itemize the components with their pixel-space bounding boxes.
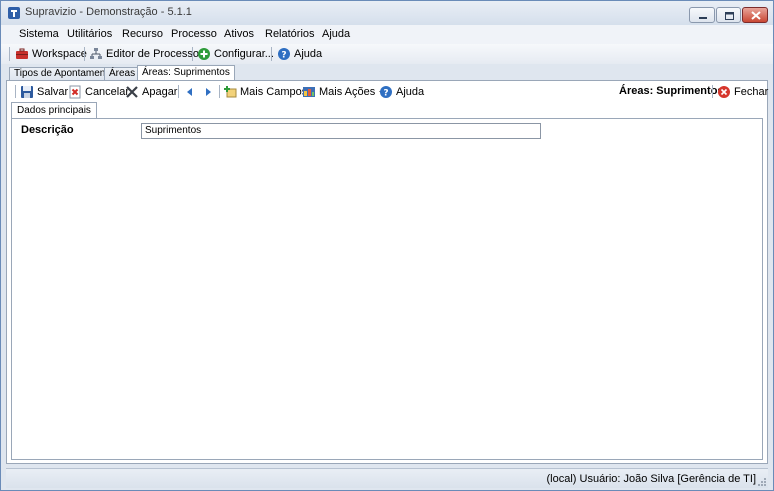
app-logo-icon [8,7,20,19]
cancel-button[interactable]: Cancelar [68,84,129,99]
document-tabs: Tipos de Apontamento Áreas Áreas: Suprim… [1,64,773,81]
tab-tipos-de-apontamento[interactable]: Tipos de Apontamento [9,67,119,81]
workspace-label: Workspace [32,48,87,60]
cancel-label: Cancelar [85,85,130,98]
delete-label: Apagar [142,85,178,98]
close-record-button[interactable]: Fechar [717,84,768,99]
arrow-left-icon [187,87,192,96]
more-fields-label: Mais Campos [240,85,308,98]
toolbar-separator [712,85,713,98]
toolbar-separator [271,47,272,61]
save-label: Salvar [37,85,69,98]
tab-areas-suprimentos[interactable]: Áreas: Suprimentos [137,65,235,81]
cancel-icon [69,85,81,98]
menu-relatorios[interactable]: Relatórios [265,28,315,40]
help-icon: ? [278,48,290,61]
delete-icon [126,85,138,98]
svg-text:?: ? [383,88,388,98]
maximize-button[interactable] [716,7,741,23]
record-title: Áreas: Suprimentos [619,85,724,97]
minimize-button[interactable] [689,7,715,23]
status-bar: (local) Usuário: João Silva [Gerência de… [6,468,768,488]
record-help-button[interactable]: ? Ajuda [379,84,424,99]
workspace-button[interactable]: Workspace [15,46,87,62]
delete-button[interactable]: Apagar [125,84,177,99]
close-circle-icon [718,85,730,98]
menu-recurso[interactable]: Recurso [122,28,163,40]
main-toolbar: Workspace Editor de Processos Configurar… [1,44,773,64]
menu-processo[interactable]: Processo [171,28,217,40]
arrow-right-icon [206,87,211,96]
toolbar-separator [192,47,193,61]
record-toolbar: Salvar Cancelar Apagar Mais Campos Mais … [7,81,768,101]
toolbar-grip [9,47,10,61]
tab-dados-principais[interactable]: Dados principais [11,102,97,119]
process-tree-icon [90,48,102,59]
configure-label: Configurar... [214,48,274,60]
help-button[interactable]: ? Ajuda [277,46,322,62]
menu-ajuda[interactable]: Ajuda [322,28,350,40]
help-icon: ? [380,85,392,98]
close-record-label: Fechar [734,85,769,98]
menu-ativos[interactable]: Ativos [224,28,254,40]
app-window: Supravizio - Demonstração - 5.1.1 Sistem… [0,0,774,491]
save-icon [21,85,33,98]
next-record-button[interactable] [201,84,218,99]
title-bar[interactable]: Supravizio - Demonstração - 5.1.1 [1,1,773,25]
record-panel: Salvar Cancelar Apagar Mais Campos Mais … [6,80,768,464]
status-text: (local) Usuário: João Silva [Gerência de… [546,473,757,485]
configure-button[interactable]: Configurar... [197,46,274,62]
window-title: Supravizio - Demonstração - 5.1.1 [25,6,192,18]
more-fields-button[interactable]: Mais Campos [223,84,307,99]
add-field-icon [224,85,237,97]
tab-areas[interactable]: Áreas [104,67,141,81]
description-label: Descrição [21,124,74,136]
description-input[interactable]: Suprimentos [141,123,541,139]
toolbar-separator [84,47,85,61]
actions-icon [303,86,315,97]
previous-record-button[interactable] [183,84,200,99]
close-window-button[interactable] [742,7,768,23]
more-actions-dropdown[interactable]: Mais Ações [302,84,386,99]
process-editor-label: Editor de Processos [106,48,205,60]
close-icon [751,11,761,20]
minimize-icon [699,17,707,19]
svg-text:?: ? [281,51,286,61]
more-actions-label: Mais Ações [319,85,376,98]
save-button[interactable]: Salvar [20,84,68,99]
resize-grip-icon[interactable] [757,477,767,487]
briefcase-icon [16,48,28,59]
record-help-label: Ajuda [396,85,425,98]
help-label: Ajuda [294,48,323,60]
menu-utilitarios[interactable]: Utilitários [67,28,112,40]
toolbar-grip [15,85,16,98]
process-editor-button[interactable]: Editor de Processos [89,46,204,62]
menu-bar: Sistema Utilitários Recurso Processo Ati… [1,25,773,44]
toolbar-separator [178,85,179,98]
form-area: Descrição Suprimentos [11,118,763,460]
menu-sistema[interactable]: Sistema [19,28,59,40]
maximize-icon [725,12,734,20]
toolbar-separator [219,85,220,98]
add-circle-icon [198,48,210,60]
